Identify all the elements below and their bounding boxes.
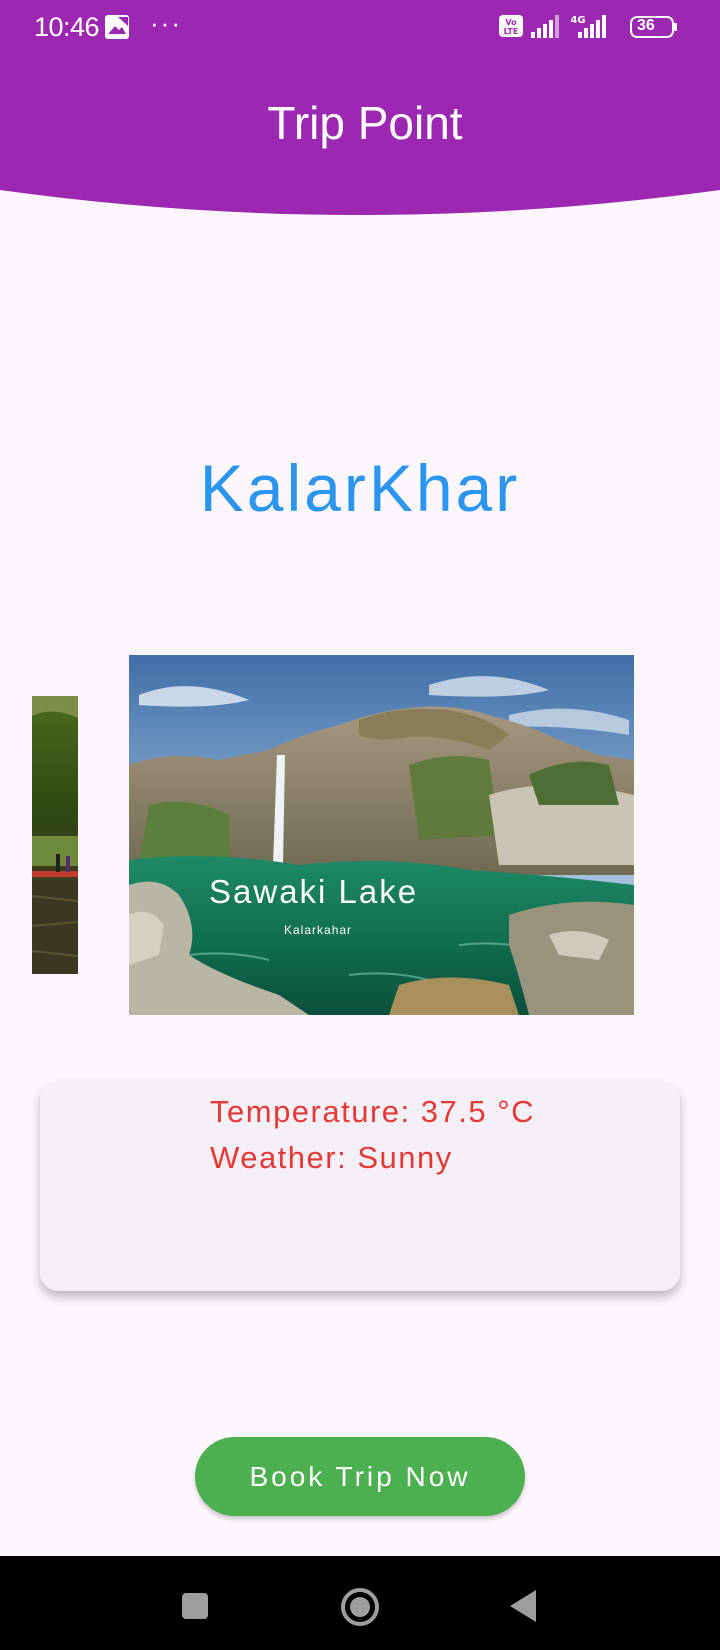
slide-subtitle: Kalarkahar [284, 923, 353, 937]
back-icon[interactable] [508, 1589, 538, 1628]
status-time: 10:46 [34, 12, 100, 42]
more-notifications-icon: ··· [150, 8, 182, 38]
previous-slide-image [32, 696, 78, 974]
svg-text:4G: 4G [570, 15, 585, 26]
signal-icon-1 [531, 15, 559, 38]
home-icon[interactable] [340, 1587, 380, 1632]
battery-level: 36 [637, 17, 655, 34]
recent-apps-icon[interactable] [181, 1592, 209, 1625]
svg-text:LTE: LTE [504, 27, 519, 36]
svg-text:Vo: Vo [505, 18, 517, 27]
status-bar: 10:46 ··· Vo LTE 4G 36 [0, 0, 720, 56]
app-title: Trip Point [267, 97, 463, 149]
slide-title: Sawaki Lake [209, 873, 419, 910]
volte-icon: Vo LTE [499, 15, 523, 37]
weather-card: Temperature: 37.5 °C Weather: Sunny [40, 1081, 680, 1291]
carousel-previous-slide[interactable] [32, 696, 78, 974]
weather-condition-text: Weather: Sunny [210, 1140, 453, 1175]
sawaki-lake-image [129, 655, 634, 1015]
carousel-current-slide[interactable]: Sawaki Lake Kalarkahar [129, 655, 634, 1015]
destination-title: KalarKhar [199, 451, 521, 525]
temperature-text: Temperature: 37.5 °C [210, 1094, 535, 1129]
signal-icon-2: 4G [570, 15, 606, 38]
system-navigation-bar [0, 1556, 720, 1650]
book-trip-button[interactable]: Book Trip Now [195, 1437, 525, 1516]
app-bar: 10:46 ··· Vo LTE 4G 36 Trip Point [0, 0, 720, 222]
